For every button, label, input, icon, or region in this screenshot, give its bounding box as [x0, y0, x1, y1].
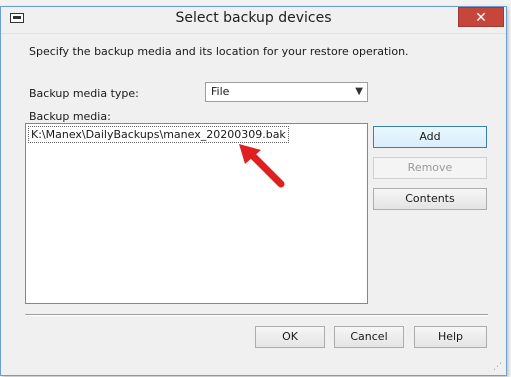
list-item[interactable]: K:\Manex\DailyBackups\manex_20200309.bak	[28, 126, 289, 143]
dialog-title: Select backup devices	[175, 10, 332, 26]
cancel-button[interactable]: Cancel	[334, 326, 404, 348]
backup-media-label: Backup media:	[29, 110, 111, 123]
resize-grip-icon[interactable]: ⋰	[493, 362, 502, 372]
ok-button[interactable]: OK	[255, 326, 325, 348]
dialog-description: Specify the backup media and its locatio…	[29, 45, 409, 58]
remove-button[interactable]: Remove	[373, 157, 487, 179]
backup-media-type-select[interactable]: File ▼	[205, 82, 368, 102]
help-button[interactable]: Help	[414, 326, 487, 348]
red-arrow-annotation-icon	[239, 144, 285, 188]
contents-button[interactable]: Contents	[373, 188, 487, 210]
close-button[interactable]: ✕	[458, 7, 504, 27]
backup-media-type-label: Backup media type:	[29, 87, 139, 100]
backup-media-list[interactable]: K:\Manex\DailyBackups\manex_20200309.bak	[25, 123, 368, 304]
select-backup-devices-dialog: Select backup devices ✕ Specify the back…	[0, 6, 507, 376]
separator	[25, 314, 488, 316]
chevron-down-icon[interactable]: ▼	[355, 83, 363, 101]
add-button[interactable]: Add	[373, 126, 487, 148]
backup-media-type-value: File	[211, 85, 230, 98]
title-bar: Select backup devices ✕	[1, 7, 506, 34]
